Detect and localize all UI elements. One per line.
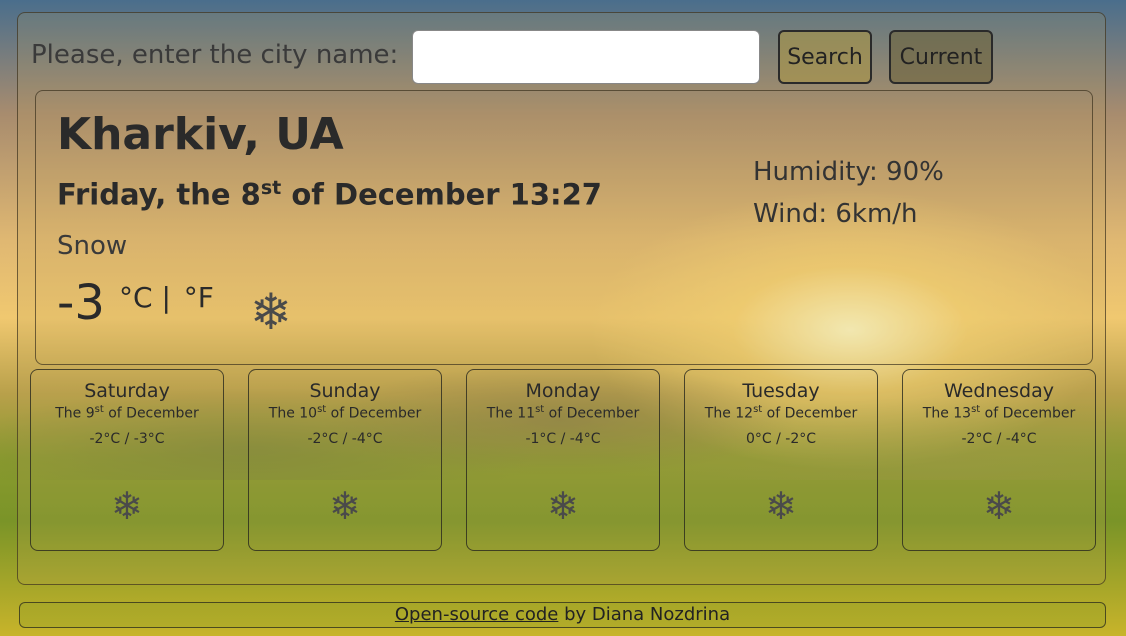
current-temperature: -3	[57, 275, 105, 331]
date-rest: of December 13:27	[281, 177, 602, 212]
snowflake-icon: ❄	[250, 283, 292, 341]
forecast-date: The 12st of December	[685, 404, 877, 422]
current-weather-card: Kharkiv, UA Friday, the 8st of December …	[35, 90, 1093, 365]
forecast-date-prefix: The 11	[486, 405, 536, 422]
footer: Open-source code by Diana Nozdrina	[19, 602, 1106, 628]
snowflake-icon: ❄	[111, 484, 143, 528]
forecast-date: The 13st of December	[903, 404, 1095, 422]
city-name: Kharkiv, UA	[57, 109, 344, 160]
current-date: Friday, the 8st of December 13:27	[57, 177, 602, 212]
snowflake-icon: ❄	[983, 484, 1015, 528]
forecast-card: Sunday The 10st of December -2°C / -4°C …	[248, 369, 442, 551]
search-label: Please, enter the city name:	[31, 40, 399, 70]
forecast-date-rest: of December	[544, 405, 640, 422]
forecast-day: Sunday	[309, 380, 381, 402]
forecast-date-rest: of December	[326, 405, 422, 422]
forecast-temps: -2°C / -3°C	[89, 430, 165, 447]
forecast-card: Saturday The 9st of December -2°C / -3°C…	[30, 369, 224, 551]
forecast-day: Monday	[525, 380, 601, 402]
city-search-input[interactable]	[412, 30, 760, 84]
forecast-temps: 0°C / -2°C	[745, 430, 817, 447]
forecast-date-ordinal: st	[317, 404, 327, 415]
forecast-date-prefix: The 13	[922, 405, 972, 422]
forecast-date-prefix: The 9	[55, 405, 95, 422]
forecast-temps: -2°C / -4°C	[307, 430, 383, 447]
humidity: Humidity: 90%	[753, 157, 944, 187]
open-source-link[interactable]: Open-source code	[395, 604, 558, 625]
forecast-date-ordinal: st	[535, 404, 545, 415]
celsius-link[interactable]: °C |	[119, 281, 171, 314]
forecast-day: Wednesday	[943, 380, 1054, 402]
forecast-date: The 9st of December	[31, 404, 223, 422]
forecast-date-ordinal: st	[971, 404, 981, 415]
forecast-date-rest: of December	[980, 405, 1076, 422]
weather-description: Snow	[57, 231, 128, 261]
forecast-card: Tuesday The 12st of December 0°C / -2°C …	[684, 369, 878, 551]
forecast-card: Monday The 11st of December -1°C / -4°C …	[466, 369, 660, 551]
date-ordinal: st	[260, 177, 282, 199]
forecast-date-rest: of December	[762, 405, 858, 422]
search-button[interactable]: Search	[778, 30, 872, 84]
forecast-day: Tuesday	[742, 380, 820, 402]
forecast-date-ordinal: st	[753, 404, 763, 415]
forecast-date-ordinal: st	[94, 404, 104, 415]
forecast-date: The 11st of December	[467, 404, 659, 422]
wind-speed: Wind: 6km/h	[753, 199, 918, 229]
forecast-date-prefix: The 10	[268, 405, 318, 422]
search-form: Please, enter the city name: Search Curr…	[18, 13, 1105, 93]
unit-toggle: °C | °F	[119, 281, 218, 314]
forecast-date-rest: of December	[103, 405, 199, 422]
forecast-card: Wednesday The 13st of December -2°C / -4…	[902, 369, 1096, 551]
footer-author: by Diana Nozdrina	[558, 604, 731, 625]
forecast-day: Saturday	[84, 380, 170, 402]
forecast-date: The 10st of December	[249, 404, 441, 422]
forecast-date-prefix: The 12	[704, 405, 754, 422]
forecast-temps: -1°C / -4°C	[525, 430, 601, 447]
snowflake-icon: ❄	[547, 484, 579, 528]
snowflake-icon: ❄	[765, 484, 797, 528]
fahrenheit-link[interactable]: °F	[184, 281, 214, 314]
forecast-temps: -2°C / -4°C	[961, 430, 1037, 447]
snowflake-icon: ❄	[329, 484, 361, 528]
current-location-button[interactable]: Current	[889, 30, 993, 84]
date-prefix: Friday, the 8	[57, 177, 261, 212]
